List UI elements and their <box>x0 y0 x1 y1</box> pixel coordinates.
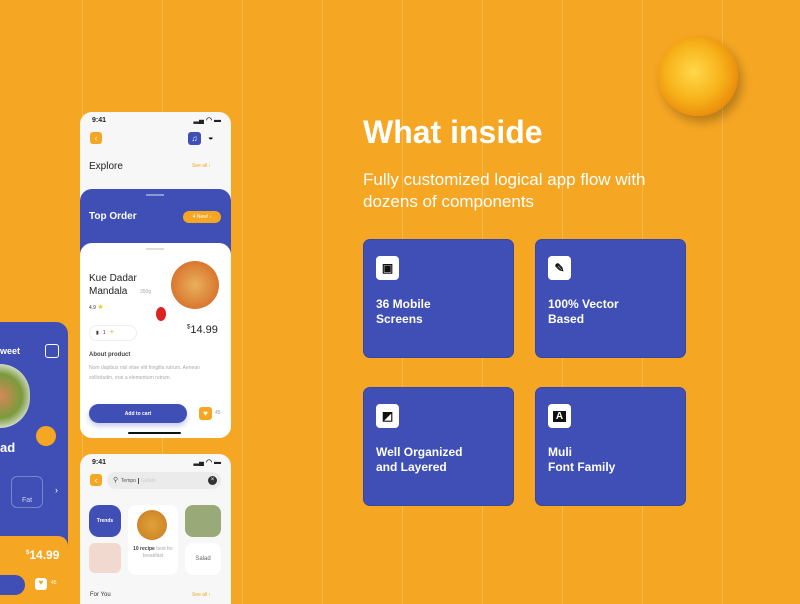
status-time: 9:41 <box>92 459 107 466</box>
phone-product-detail: 9:41 ▂▄ ◠ ▬ ‹ ♫ ◒ Explore See all › Top … <box>80 112 231 438</box>
rating: 4.9 ★ <box>89 303 104 311</box>
status-time: 9:41 <box>92 117 107 124</box>
salad-chip[interactable]: Salad <box>185 543 221 575</box>
chevron-right-icon[interactable]: › <box>55 485 58 495</box>
hero-title: What inside <box>363 114 543 150</box>
drag-handle[interactable] <box>146 248 164 250</box>
heart-button[interactable]: ♥ <box>35 578 47 590</box>
hero-subtitle: Fully customized logical app flow with d… <box>363 169 693 213</box>
feature-card-mobile-screens: ▣ 36 Mobile Screens <box>363 239 514 358</box>
layers-icon: ◩ <box>376 404 399 428</box>
trends-label: Trends <box>96 518 114 524</box>
recipe-card[interactable]: 10 recipe best for breakfast <box>128 505 178 575</box>
about-text: Nom dapibus nisl vitae elit fringilla ru… <box>89 365 200 381</box>
feature-label: 100% Vector <box>548 297 619 311</box>
search-icon: ⚲ <box>113 477 119 484</box>
pizza-image <box>171 261 219 309</box>
product-name: Kue Dadar Mandala <box>89 272 137 298</box>
tomato-garnish <box>156 307 166 321</box>
quantity-value: 1 <box>102 330 106 336</box>
background-line <box>242 0 243 604</box>
product-name: ad <box>0 440 16 455</box>
new-badge[interactable]: 4 New! › <box>183 211 221 223</box>
star-icon: ★ <box>97 304 104 311</box>
feature-label: and Layered <box>376 460 447 474</box>
price-value: 14.99 <box>29 548 60 562</box>
status-icons: ▂▄ ◠ ▬ <box>193 459 221 466</box>
top-order-title: Top Order <box>89 211 137 222</box>
tomato-image <box>658 36 738 116</box>
search-input[interactable]: ⚲ Tempo Gelato × <box>107 472 221 489</box>
phone-search: 9:41 ▂▄ ◠ ▬ ‹ ⚲ Tempo Gelato × Trends 10 … <box>80 454 231 604</box>
nutrient-label: Fat <box>21 497 33 504</box>
font-icon: A <box>548 404 571 428</box>
bell-button[interactable]: ♫ <box>188 132 201 145</box>
background-line <box>322 0 323 604</box>
salad-label: Salad <box>195 556 211 562</box>
add-to-cart-button[interactable]: Add to cart <box>89 404 187 423</box>
home-indicator <box>128 432 181 434</box>
search-value: Tempo <box>120 478 136 484</box>
add-to-cart-label: Add to cart <box>124 410 152 417</box>
feature-label: 36 Mobile <box>376 297 431 311</box>
heart-button[interactable]: ♥ <box>199 407 212 420</box>
feature-card-organized: ◩ Well Organized and Layered <box>363 387 514 506</box>
recipe-thumb[interactable] <box>89 543 121 573</box>
nutrient-fat[interactable]: Fat <box>11 476 43 508</box>
feature-card-vector: ✎ 100% Vector Based <box>535 239 686 358</box>
see-all-link[interactable]: See all › <box>192 592 210 598</box>
price-value: 14.99 <box>190 324 218 336</box>
product-name-line: Mandala <box>89 286 128 297</box>
salad-plate-image <box>0 364 30 428</box>
search-placeholder: Gelato <box>140 478 156 484</box>
recipe-count: 10 recipe <box>133 546 155 552</box>
see-all-label: See all <box>192 163 208 169</box>
see-all-link[interactable]: See all › <box>192 163 210 169</box>
subtitle-line: dozens of components <box>363 192 535 211</box>
bookmark-button[interactable] <box>45 344 59 358</box>
plus-icon[interactable]: + <box>110 329 114 336</box>
phone-left: weet ad Fat › $14.99 ♥ 45 <box>0 322 68 604</box>
feature-label: Screens <box>376 312 423 326</box>
add-to-cart-button[interactable] <box>0 575 25 595</box>
feature-label: Muli <box>548 445 572 459</box>
recipe-caption: 10 recipe best for breakfast <box>130 546 176 560</box>
product-card: Kue Dadar Mandala 350g 4.9 ★ ▮ 1 + $14.99… <box>80 243 231 438</box>
product-weight: 350g <box>140 289 152 295</box>
quantity-stepper[interactable]: ▮ 1 + <box>89 325 137 341</box>
section-title: For You <box>90 592 111 598</box>
new-badge-label: 4 New! <box>192 214 209 220</box>
section-title: Explore <box>89 161 123 172</box>
pencil-icon: ✎ <box>548 256 571 280</box>
feature-label: Well Organized <box>376 445 463 459</box>
rating-value: 4.9 <box>89 305 96 311</box>
back-button[interactable]: ‹ <box>90 132 102 144</box>
orange-slice-image <box>36 426 56 446</box>
price-panel: $14.99 ♥ 45 <box>0 536 68 604</box>
subtitle-line: Fully customized logical app flow with <box>363 170 646 189</box>
feature-label: Based <box>548 312 585 326</box>
mobile-screen-icon: ▣ <box>376 256 399 280</box>
status-icons: ▂▄ ◠ ▬ <box>193 117 221 124</box>
drag-handle[interactable] <box>146 194 164 196</box>
back-button[interactable]: ‹ <box>90 474 102 486</box>
like-count: 45 <box>215 410 221 416</box>
product-name-line: Kue Dadar <box>89 273 137 284</box>
rice-image <box>137 510 167 540</box>
like-count: 45 <box>51 580 57 586</box>
trends-button[interactable]: Trends <box>89 505 121 537</box>
price: $14.99 <box>26 548 59 562</box>
clear-icon[interactable]: × <box>208 476 217 485</box>
about-title: About product <box>89 352 131 358</box>
pasta-thumb[interactable] <box>185 505 221 537</box>
price: $14.99 <box>187 324 218 336</box>
feature-label: Font Family <box>548 460 616 474</box>
feature-card-font: A Muli Font Family <box>535 387 686 506</box>
font-glyph: A <box>552 410 567 422</box>
basket-icon[interactable]: ◒ <box>208 132 213 142</box>
screen-title: weet <box>0 346 21 356</box>
see-all-label: See all <box>192 592 208 598</box>
